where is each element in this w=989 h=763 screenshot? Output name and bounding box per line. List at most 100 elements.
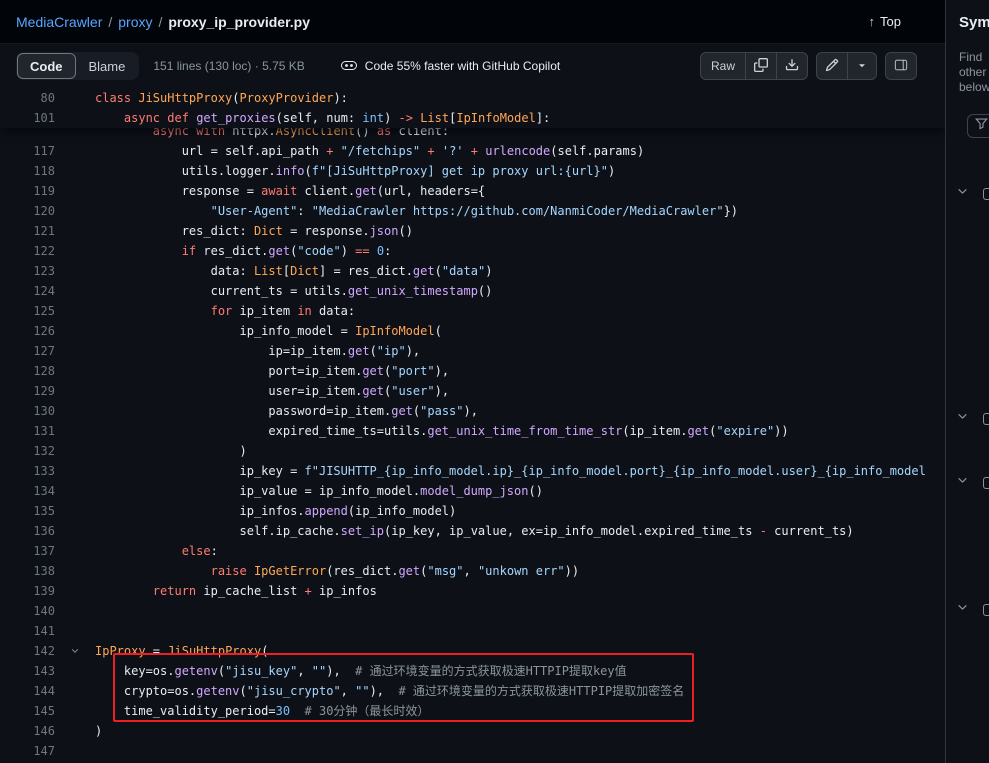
line-number[interactable]: 127 [0,341,55,361]
fold-gutter [55,661,95,681]
fold-gutter [55,541,95,561]
symbols-description-line: Find [959,50,989,65]
code-line: 145 time_validity_period=30 # 30分钟（最长时效） [0,701,945,721]
tab-code[interactable]: Code [17,53,76,79]
code-text: ) [95,441,945,461]
line-number[interactable]: 80 [0,88,55,108]
code-text: raise IpGetError(res_dict.get("msg", "un… [95,561,945,581]
breadcrumb-folder-link[interactable]: proxy [118,14,152,30]
line-number[interactable]: 146 [0,721,55,741]
edit-button[interactable] [816,52,848,80]
fold-gutter [55,401,95,421]
line-number[interactable]: 118 [0,161,55,181]
line-number[interactable]: 101 [0,108,55,128]
line-number[interactable]: 117 [0,141,55,161]
fold-gutter [55,361,95,381]
download-icon [785,58,799,75]
code-line: 80class JiSuHttpProxy(ProxyProvider): [0,88,945,108]
clipped-code-line: 116 async with httpx.AsyncClient() as cl… [0,128,945,141]
code-line: 127 ip=ip_item.get("ip"), [0,341,945,361]
scroll-to-top-button[interactable]: ↑ Top [869,14,901,29]
breadcrumb: MediaCrawler / proxy / proxy_ip_provider… [16,14,310,30]
breadcrumb-separator: / [158,14,162,30]
code-text: ip_infos.append(ip_info_model) [95,501,945,521]
fold-gutter [55,221,95,241]
code-text: ip_info_model = IpInfoModel( [95,321,945,341]
line-number[interactable]: 128 [0,361,55,381]
line-number[interactable]: 143 [0,661,55,681]
line-number[interactable]: 141 [0,621,55,641]
line-number[interactable]: 124 [0,281,55,301]
line-number[interactable]: 125 [0,301,55,321]
fold-gutter [55,501,95,521]
copilot-icon [341,57,357,76]
line-number[interactable]: 123 [0,261,55,281]
fold-gutter [55,381,95,401]
fold-gutter [55,481,95,501]
line-number[interactable]: 147 [0,741,55,761]
fold-gutter [55,241,95,261]
fold-gutter [55,201,95,221]
code-text: self.ip_cache.set_ip(ip_key, ip_value, e… [95,521,945,541]
code-line: 134 ip_value = ip_info_model.model_dump_… [0,481,945,501]
toggle-symbols-panel-button[interactable] [885,52,917,80]
code-line: 119 response = await client.get(url, hea… [0,181,945,201]
symbol-tree-item[interactable] [956,410,989,428]
symbols-panel: Symbols Find other below [945,0,989,763]
breadcrumb-repo-link[interactable]: MediaCrawler [16,14,102,30]
pencil-icon [825,58,839,75]
code-text: ip_key = f"JISUHTTP_{ip_info_model.ip}_{… [95,461,945,481]
code-text: else: [95,541,945,561]
tab-blame[interactable]: Blame [76,53,139,79]
filter-symbols-input[interactable] [967,114,989,138]
code-line: 118 utils.logger.info(f"[JiSuHttpProxy] … [0,161,945,181]
file-toolbar: Code Blame 151 lines (130 loc) · 5.75 KB… [0,44,945,88]
line-number[interactable]: 119 [0,181,55,201]
symbol-tree-item[interactable] [956,474,989,492]
fold-gutter [55,181,95,201]
code-text [95,741,945,761]
download-button[interactable] [776,52,808,80]
line-number[interactable]: 120 [0,201,55,221]
fold-gutter [55,301,95,321]
fold-gutter [55,341,95,361]
symbols-description-line: below [959,80,989,95]
edit-dropdown-button[interactable] [847,52,877,80]
line-number[interactable]: 135 [0,501,55,521]
line-number[interactable]: 142 [0,641,55,661]
chevron-down-icon [956,185,969,203]
code-line: 128 port=ip_item.get("port"), [0,361,945,381]
code-text: url = self.api_path + "/fetchips" + '?' … [95,141,945,161]
line-number[interactable]: 126 [0,321,55,341]
line-number[interactable]: 140 [0,601,55,621]
line-number[interactable]: 121 [0,221,55,241]
line-number[interactable]: 145 [0,701,55,721]
line-number[interactable]: 133 [0,461,55,481]
line-number[interactable]: 132 [0,441,55,461]
line-number[interactable]: 131 [0,421,55,441]
line-number[interactable]: 136 [0,521,55,541]
code-text: res_dict: Dict = response.json() [95,221,945,241]
code-text: key=os.getenv("jisu_key", ""), # 通过环境变量的… [95,661,945,681]
code-text: if res_dict.get("code") == 0: [95,241,945,261]
code-text [95,601,945,621]
line-number[interactable]: 122 [0,241,55,261]
line-number[interactable]: 137 [0,541,55,561]
line-number[interactable]: 130 [0,401,55,421]
code-line: 124 current_ts = utils.get_unix_timestam… [0,281,945,301]
fold-gutter [55,721,95,741]
code-line: 125 for ip_item in data: [0,301,945,321]
symbol-tree-item[interactable] [956,601,989,619]
fold-chevron-icon[interactable] [55,641,95,661]
code-text: async def get_proxies(self, num: int) ->… [95,108,945,128]
line-number[interactable]: 138 [0,561,55,581]
line-number[interactable]: 134 [0,481,55,501]
copy-button[interactable] [745,52,777,80]
line-number[interactable]: 129 [0,381,55,401]
line-number[interactable]: 144 [0,681,55,701]
chevron-down-icon [956,601,969,619]
line-number[interactable]: 139 [0,581,55,601]
raw-button[interactable]: Raw [700,52,746,80]
fold-gutter [55,601,95,621]
symbol-tree-item[interactable] [956,185,989,203]
